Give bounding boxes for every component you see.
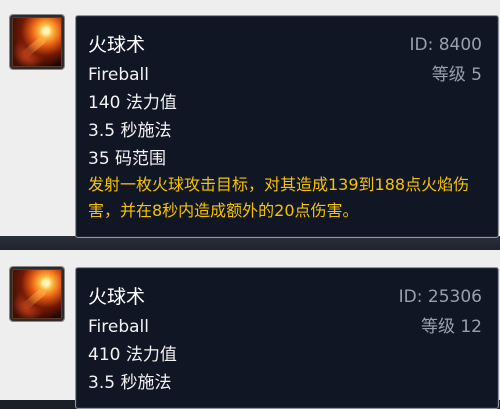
- spell-rank: 等级 5: [431, 65, 482, 85]
- spell-name: 火球术: [88, 286, 146, 308]
- spell-range: 35 码范围: [88, 149, 167, 169]
- spell-english-name: Fireball: [88, 65, 149, 85]
- fireball-icon[interactable]: [10, 15, 64, 69]
- spell-id: ID: 8400: [409, 35, 483, 55]
- fireball-icon[interactable]: [10, 267, 64, 321]
- spell-description: 发射一枚火球攻击目标，对其造成139到188点火焰伤害，并在8秒内造成额外的20…: [88, 175, 470, 220]
- spell-mana-cost: 140 法力值: [88, 93, 177, 113]
- spell-tooltip: 火球术 ID: 8400 Fireball 等级 5 140 法力值 3.5 秒…: [75, 15, 499, 238]
- spell-cast-time: 3.5 秒施法: [88, 121, 172, 141]
- spell-rank: 等级 12: [420, 317, 482, 337]
- spell-name: 火球术: [88, 34, 146, 56]
- spell-id: ID: 25306: [398, 287, 482, 307]
- spell-mana-cost: 410 法力值: [88, 345, 177, 365]
- spell-cast-time: 3.5 秒施法: [88, 373, 172, 393]
- spell-tooltip: 火球术 ID: 25306 Fireball 等级 12 410 法力值 3.5…: [75, 267, 499, 409]
- spell-english-name: Fireball: [88, 317, 149, 337]
